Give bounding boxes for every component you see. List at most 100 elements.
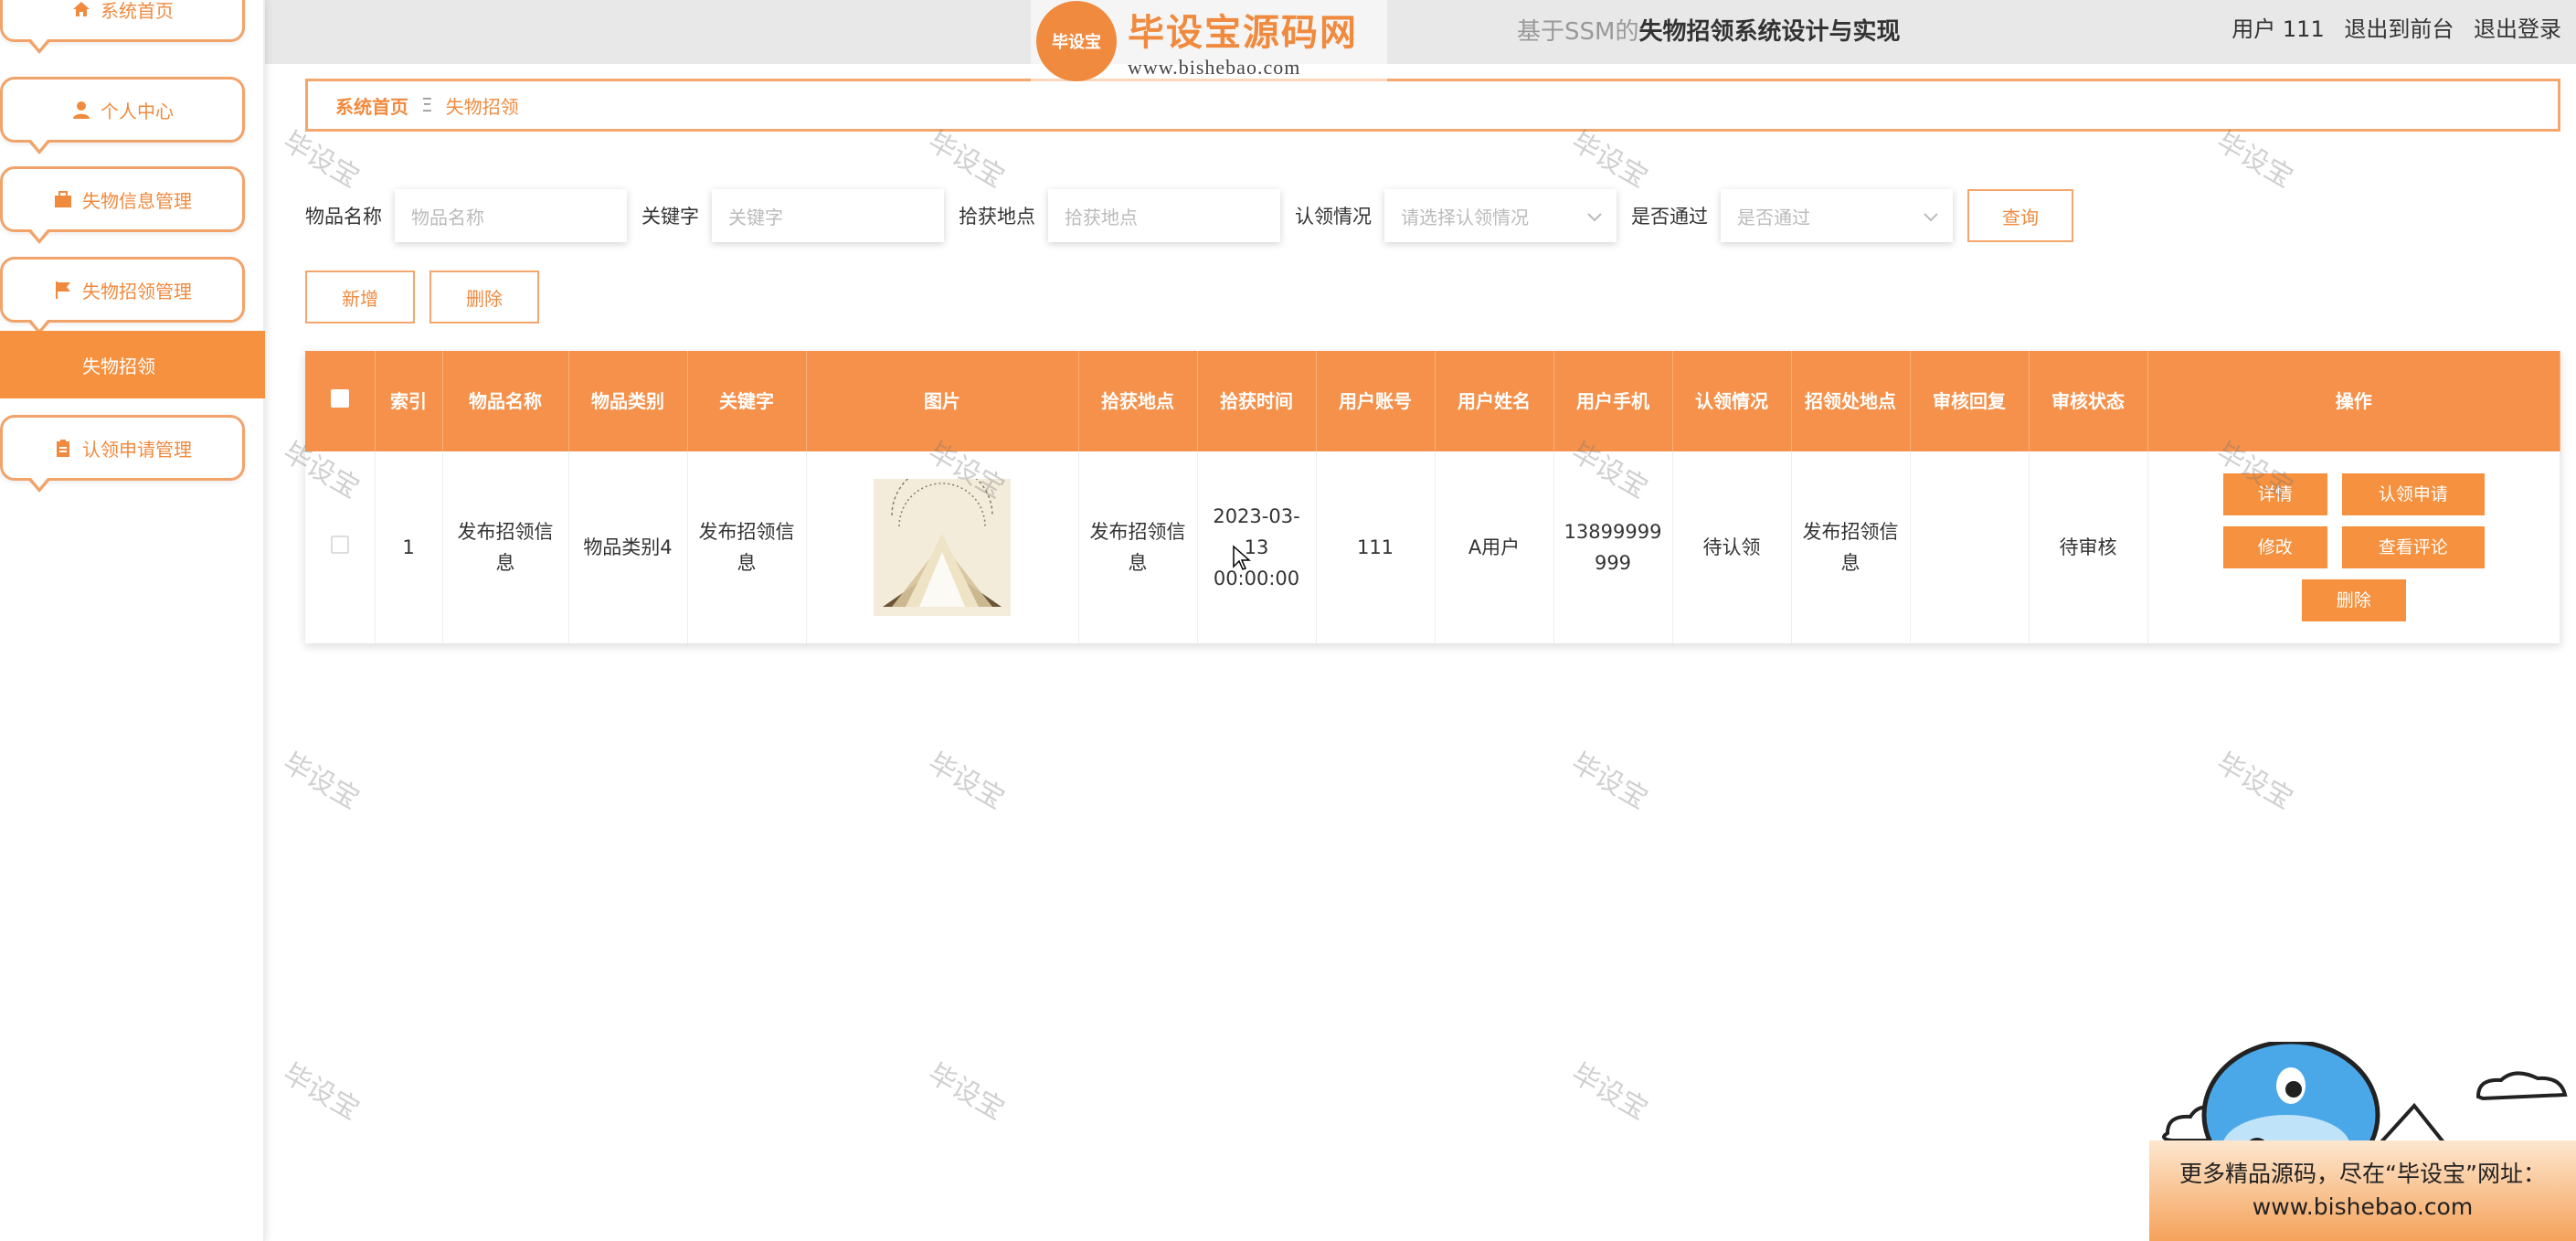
table-header-row: 索引 物品名称 物品类别 关键字 图片 拾获地点 拾获时间 用户账号 用户姓名 … <box>305 351 2560 451</box>
item-name-placeholder: 物品名称 <box>411 206 484 228</box>
watermark: 毕设宝 <box>922 1057 1010 1127</box>
promo-text: 更多精品源码，尽在“毕设宝”网址： <box>2179 1161 2546 1187</box>
pickup-place-placeholder: 拾获地点 <box>1065 206 1138 228</box>
logo-name: 毕设宝源码网 <box>1128 12 1358 54</box>
promo-url[interactable]: www.bishebao.com <box>2253 1191 2473 1224</box>
site-title: 基于SSM的失物招领系统设计与实现 <box>1517 13 1900 47</box>
logout-link[interactable]: 退出登录 <box>2474 16 2561 42</box>
sidebar-subitem-found[interactable]: 失物招领 <box>0 331 265 398</box>
promo-banner[interactable]: 更多精品源码，尽在“毕设宝”网址： www.bishebao.com <box>2149 1140 2576 1241</box>
sidebar-item-personal-center[interactable]: 个人中心 <box>0 77 245 154</box>
breadcrumb: 系统首页 Ξ 失物招领 <box>305 79 2560 132</box>
pickup-place-label: 拾获地点 <box>959 206 1035 228</box>
cell-keyword: 发布招领信息 <box>687 451 807 643</box>
sidebar-item-home[interactable]: 系统首页 <box>0 0 245 54</box>
column-header: 物品类别 <box>568 351 688 451</box>
sidebar-item-found-manage[interactable]: 失物招领管理 <box>0 257 245 334</box>
watermark: 毕设宝 <box>277 747 365 816</box>
column-header: 拾获时间 <box>1197 351 1317 451</box>
exit-to-front-link[interactable]: 退出到前台 <box>2344 16 2454 42</box>
sidebar-item-label: 失物招领管理 <box>82 280 192 302</box>
item-thumbnail[interactable] <box>874 479 1011 616</box>
watermark: 毕设宝 <box>1565 747 1653 816</box>
cell-review-reply <box>1910 451 2030 643</box>
cell-image <box>806 451 1079 643</box>
cell-claim-status: 待认领 <box>1672 451 1792 643</box>
item-name-input[interactable]: 物品名称 <box>395 189 627 242</box>
data-table: 索引 物品名称 物品类别 关键字 图片 拾获地点 拾获时间 用户账号 用户姓名 … <box>305 351 2560 643</box>
sidebar-item-label: 系统首页 <box>101 0 174 22</box>
briefcase-icon <box>53 189 73 209</box>
cell-operations: 详情 认领申请 修改 查看评论 删除 <box>2147 451 2560 643</box>
edit-button[interactable]: 修改 <box>2222 526 2327 568</box>
column-header: 拾获地点 <box>1078 351 1198 451</box>
cell-pickup-place: 发布招领信息 <box>1078 451 1198 643</box>
cell-pickup-time: 2023-03-13 00:00:00 <box>1197 451 1317 643</box>
cell-office-place: 发布招领信息 <box>1791 451 1911 643</box>
view-comments-button[interactable]: 查看评论 <box>2341 526 2485 568</box>
watermark: 毕设宝 <box>2210 747 2298 816</box>
column-header: 图片 <box>806 351 1079 451</box>
clipboard-icon <box>53 438 73 458</box>
keyword-label: 关键字 <box>641 206 699 228</box>
logo-url: www.bishebao.com <box>1128 56 1301 79</box>
site-title-prefix: 基于SSM的 <box>1517 18 1639 46</box>
logo-emblem: 毕设宝 <box>1036 1 1117 81</box>
logo-badge-text: 毕设宝 <box>1052 33 1101 52</box>
claim-status-placeholder: 请选择认领情况 <box>1401 206 1529 228</box>
cell-account: 111 <box>1316 451 1436 643</box>
promo-corner[interactable]: 更多精品源码，尽在“毕设宝”网址： www.bishebao.com <box>2149 1039 2576 1241</box>
approved-label: 是否通过 <box>1631 206 1708 228</box>
chevron-down-icon <box>1924 205 1938 227</box>
add-button[interactable]: 新增 <box>305 270 415 324</box>
sidebar-item-label: 失物信息管理 <box>82 189 192 212</box>
cell-category: 物品类别4 <box>568 451 688 643</box>
row-delete-button[interactable]: 删除 <box>2301 579 2406 621</box>
sidebar-item-label: 个人中心 <box>101 100 174 122</box>
column-header: 招领处地点 <box>1791 351 1911 451</box>
cell-username: A用户 <box>1435 451 1554 643</box>
row-checkbox[interactable] <box>330 536 349 554</box>
query-button[interactable]: 查询 <box>1967 189 2073 242</box>
sidebar-item-label: 认领申请管理 <box>82 438 192 461</box>
flag-icon <box>53 280 73 300</box>
keyword-input[interactable]: 关键字 <box>712 189 944 242</box>
select-all-header[interactable] <box>305 351 376 451</box>
column-header: 审核状态 <box>2029 351 2148 451</box>
home-icon <box>71 0 91 19</box>
mouse-cursor-icon <box>1232 545 1252 576</box>
site-title-text: 失物招领系统设计与实现 <box>1638 18 1901 46</box>
delete-button[interactable]: 删除 <box>429 270 539 324</box>
detail-button[interactable]: 详情 <box>2222 473 2327 515</box>
sidebar-item-lost-info[interactable]: 失物信息管理 <box>0 166 245 244</box>
cell-index: 1 <box>375 451 443 643</box>
watermark: 毕设宝 <box>922 747 1010 816</box>
current-user: 用户 111 <box>2231 16 2325 42</box>
user-icon <box>71 100 91 120</box>
breadcrumb-current: 失物招领 <box>445 95 519 118</box>
pickup-place-input[interactable]: 拾获地点 <box>1048 189 1280 242</box>
item-name-label: 物品名称 <box>305 206 382 228</box>
breadcrumb-home[interactable]: 系统首页 <box>335 92 408 119</box>
column-header: 关键字 <box>687 351 807 451</box>
column-header: 物品名称 <box>442 351 569 451</box>
user-area: 用户 111 退出到前台 退出登录 <box>2219 11 2561 43</box>
sidebar-item-claim-manage[interactable]: 认领申请管理 <box>0 415 245 493</box>
claim-status-select[interactable]: 请选择认领情况 <box>1384 189 1617 242</box>
chevron-down-icon <box>1587 205 1602 227</box>
claim-apply-button[interactable]: 认领申请 <box>2341 473 2485 515</box>
table-row: 1 发布招领信息 物品类别4 发布招领信息 发布招领信息 2023-03-13 … <box>305 451 2560 643</box>
claim-status-label: 认领情况 <box>1295 206 1372 228</box>
breadcrumb-separator-icon: Ξ <box>421 94 433 116</box>
action-bar: 新增 删除 <box>305 270 539 324</box>
column-header: 用户手机 <box>1553 351 1673 451</box>
column-header: 用户姓名 <box>1435 351 1554 451</box>
cell-item-name: 发布招领信息 <box>442 451 569 643</box>
cell-review-status: 待审核 <box>2029 451 2148 643</box>
sidebar: 系统首页 个人中心 失物信息管理 失物招领管理 失物招领 认领申请管理 <box>0 0 265 1241</box>
column-header: 用户账号 <box>1316 351 1436 451</box>
sidebar-subitem-label: 失物招领 <box>82 355 155 377</box>
approved-select[interactable]: 是否通过 <box>1721 189 1953 242</box>
column-header: 审核回复 <box>1910 351 2030 451</box>
select-all-checkbox[interactable] <box>330 389 349 408</box>
